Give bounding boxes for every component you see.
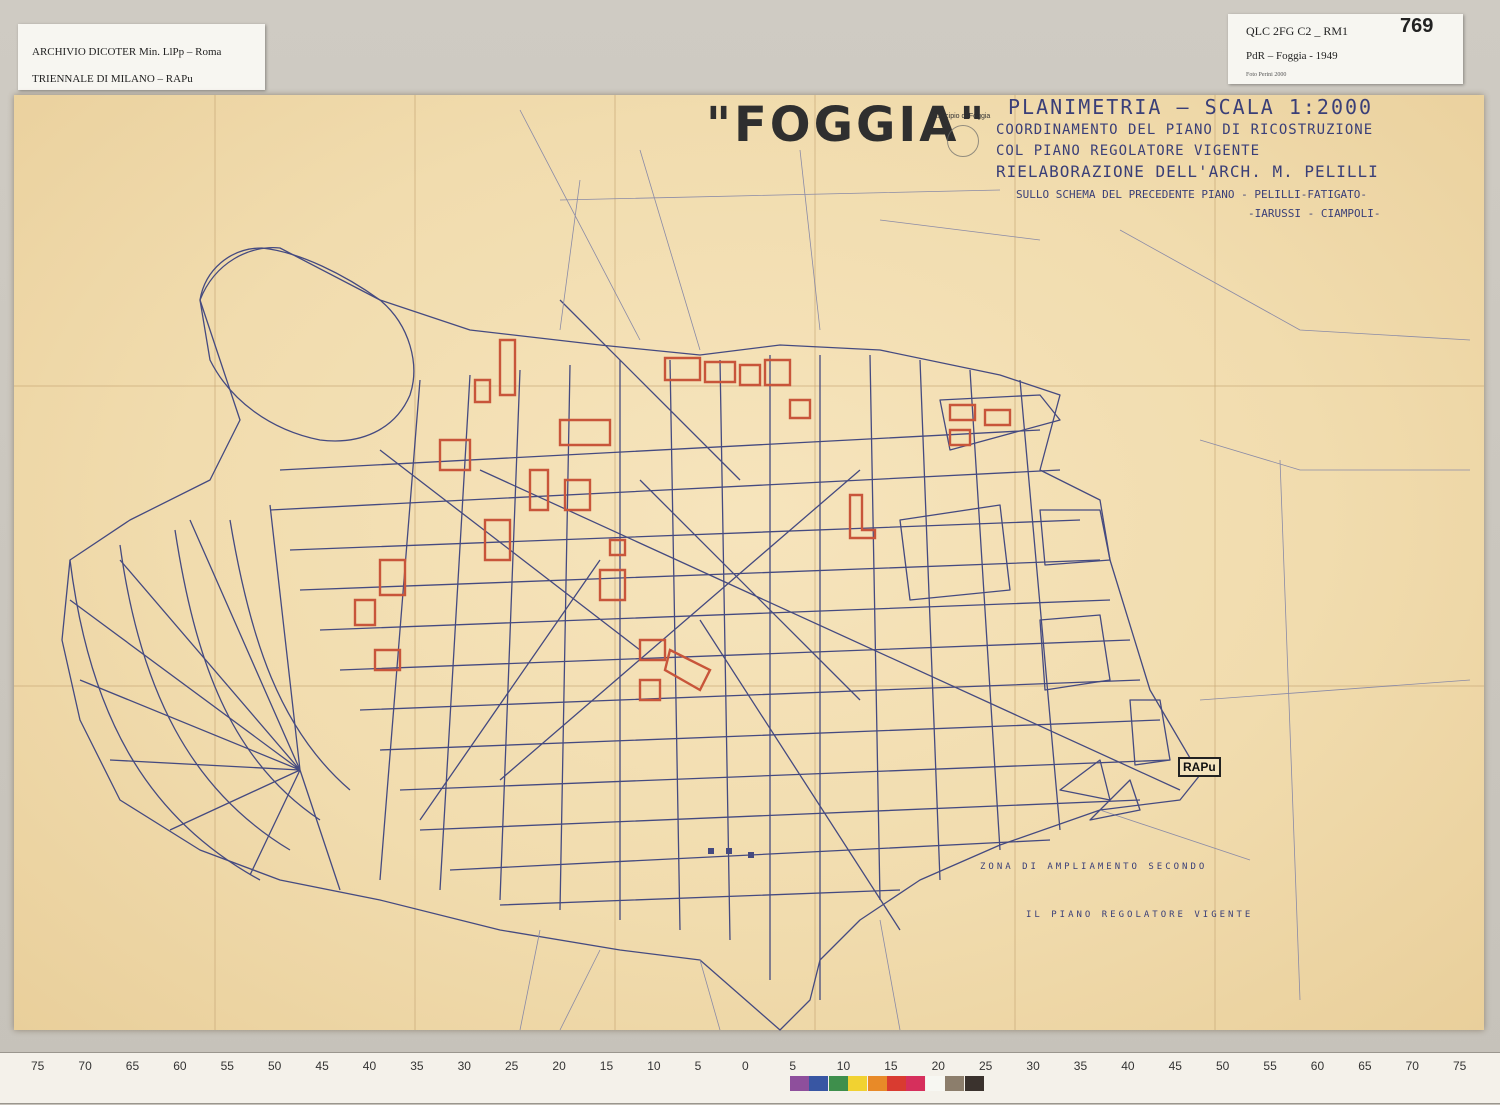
municipal-stamp-text: Municipio di Foggia (930, 113, 991, 120)
ruler-tick-label: 20 (552, 1059, 566, 1073)
ruler-tick-label: 30 (1026, 1059, 1040, 1073)
legend-line2: COORDINAMENTO DEL PIANO DI RICOSTRUZIONE (996, 122, 1374, 138)
ruler-tick-label: 10 (836, 1059, 851, 1073)
ruler-tick-label: 15 (884, 1059, 898, 1073)
ne-blocks (899, 394, 1171, 766)
nw-oval (199, 247, 415, 442)
ruler-tick-label: 60 (1310, 1059, 1325, 1073)
color-patch (848, 1076, 868, 1091)
ruler-tick-label: 20 (931, 1059, 945, 1073)
ruler-tick-label: 55 (1263, 1059, 1277, 1073)
ruler-tick-label: 50 (268, 1059, 282, 1073)
ruler-tick-label: 5 (694, 1059, 702, 1073)
zone-label-2: IL PIANO REGOLATORE VIGENTE (1026, 910, 1254, 920)
legend-line5: SULLO SCHEMA DEL PRECEDENTE PIANO - PELI… (1016, 188, 1367, 201)
legend-line4: RIELABORAZIONE DELL'ARCH. M. PELILLI (996, 162, 1379, 181)
ruler-tick-label: 45 (315, 1059, 329, 1073)
legend-line3: COL PIANO REGOLATORE VIGENTE (996, 143, 1261, 159)
ruler-tick-label: 25 (505, 1059, 519, 1073)
ruler-tick-label: 70 (1405, 1059, 1419, 1073)
ruler-tick-label: 75 (1453, 1059, 1467, 1073)
ruler-tick-label: 50 (1216, 1059, 1230, 1073)
ruler-tick-label: 15 (599, 1059, 614, 1073)
scale-ruler: 75 70 65 60 55 50 45 40 35 30 25 20 15 10 5 0 5 10 15 20 25 3… (0, 1052, 1500, 1104)
ruler-tick-label: 40 (362, 1059, 377, 1073)
ruler-tick-label: 25 (979, 1059, 993, 1073)
ruler-tick-label: 0 (742, 1059, 749, 1073)
street-network (61, 109, 1471, 1031)
ruler-tick-label: 35 (410, 1059, 424, 1073)
ruler-tick-label: 65 (1358, 1059, 1372, 1073)
municipal-seal-icon (947, 125, 979, 157)
ruler-tick-label: 55 (220, 1059, 234, 1073)
ruler-tick-label: 5 (789, 1059, 797, 1073)
ruler-tick-label: 40 (1121, 1059, 1135, 1073)
zone-label-1: ZONA DI AMPLIAMENTO SECONDO (980, 862, 1208, 872)
central-grid (269, 354, 1171, 1000)
west-radials (69, 504, 341, 891)
color-patch (790, 1076, 809, 1091)
west-crescent (69, 519, 351, 881)
color-patch (828, 1076, 848, 1091)
color-patch (945, 1076, 965, 1091)
color-patch (925, 1076, 945, 1091)
legend-line1: PLANIMETRIA – SCALA 1:2000 (1008, 95, 1374, 119)
ruler-tick-label: 75 (31, 1059, 45, 1073)
legend-line6: -IARUSSI - CIAMPOLI- (1248, 207, 1381, 220)
color-patch (809, 1076, 829, 1091)
east-triangles (1059, 759, 1141, 821)
reconstruction-blocks (353, 338, 1012, 702)
ruler-tick-label: 60 (173, 1059, 187, 1073)
ruler-tick-label: 70 (78, 1059, 92, 1073)
rapu-stamp: RAPu (1178, 757, 1221, 777)
color-patch (867, 1076, 887, 1091)
ruler-tick-label: 10 (647, 1059, 661, 1073)
ruler-tick-label: 45 (1168, 1059, 1182, 1073)
ruler-tick-label: 30 (457, 1059, 471, 1073)
color-patch (906, 1076, 926, 1091)
color-patch (964, 1076, 984, 1091)
south-traces (519, 809, 1251, 1031)
ruler-tick-label: 35 (1073, 1059, 1088, 1073)
color-patch (887, 1076, 906, 1091)
ruler-tick-label: 65 (125, 1059, 140, 1073)
map-title: "FOGGIA" (706, 97, 988, 153)
